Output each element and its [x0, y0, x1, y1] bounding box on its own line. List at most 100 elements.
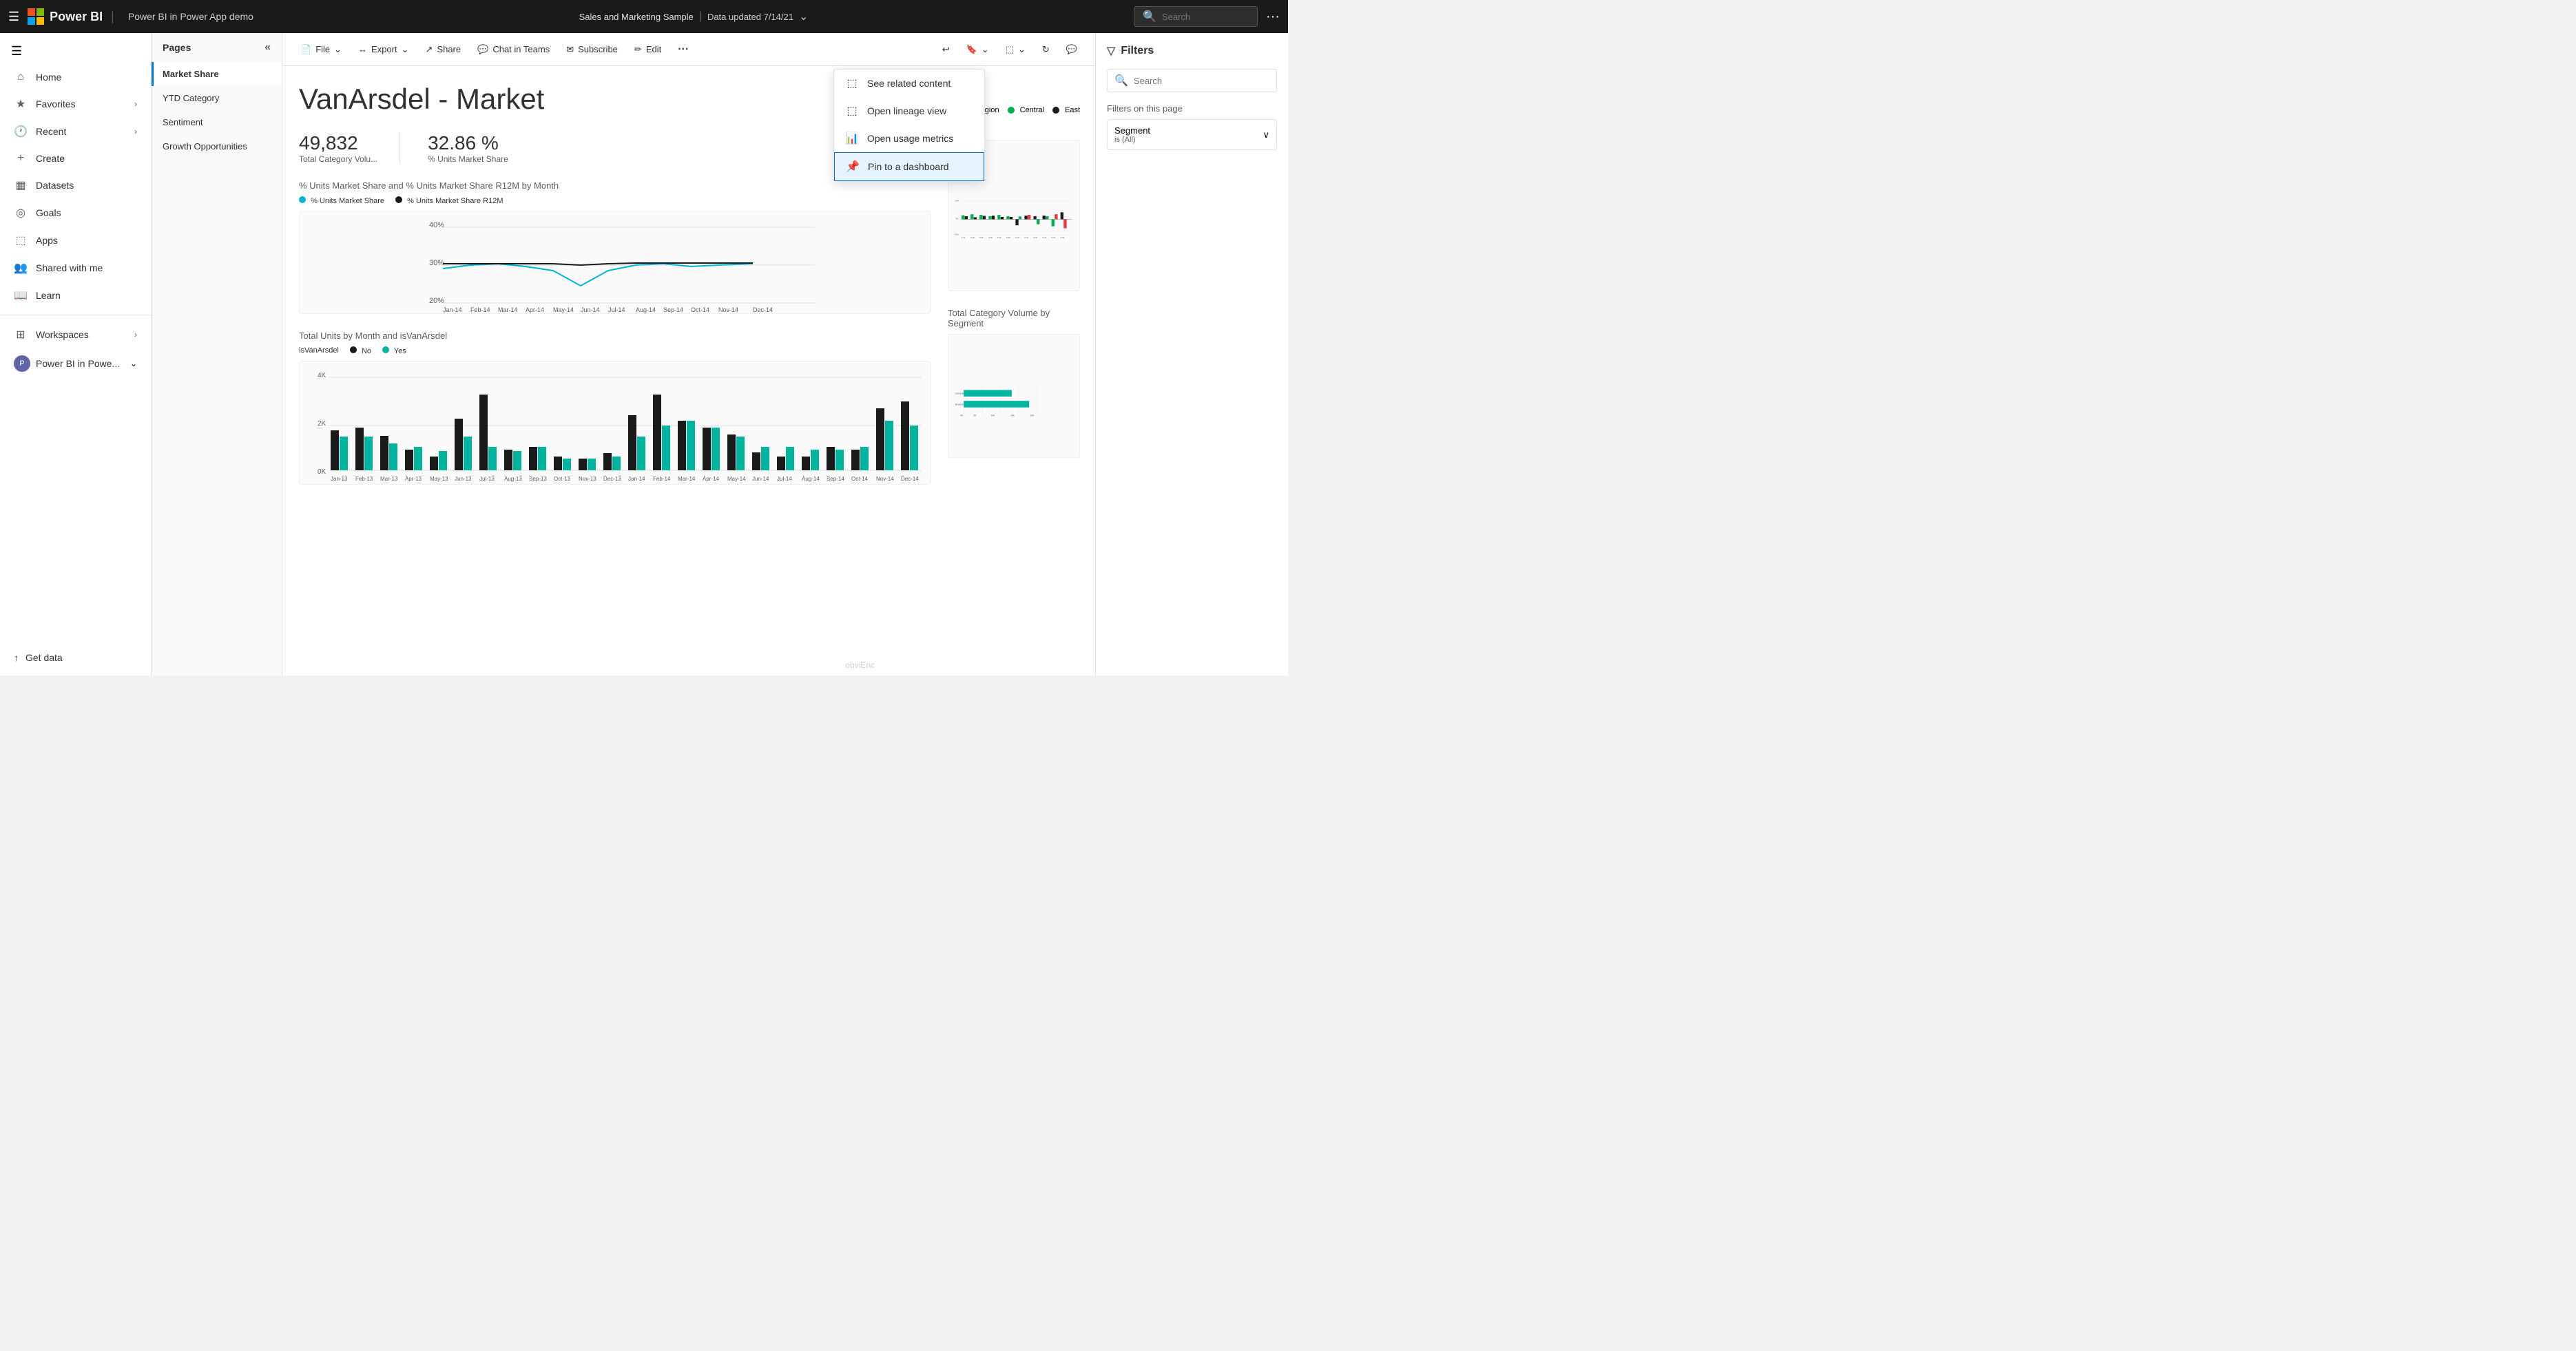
view-button[interactable]: ⬚ ⌄	[999, 40, 1032, 59]
share-icon: ↗	[426, 44, 433, 55]
legend-no-label: No	[362, 347, 371, 355]
recent-arrow-icon: ›	[134, 127, 137, 136]
x-label-mar14: Mar-14	[498, 306, 518, 313]
microsoft-logo-icon	[28, 8, 44, 25]
subscribe-label: Subscribe	[578, 44, 618, 54]
page-item-market-share[interactable]: Market Share	[152, 62, 282, 86]
yoy-p08-e	[992, 216, 995, 219]
yoy-p00-e	[1061, 212, 1063, 219]
sidebar-get-data[interactable]: ↑ Get data	[0, 645, 151, 670]
workspace-label: Power BI in Powe...	[36, 358, 125, 369]
get-data-label: Get data	[25, 652, 63, 663]
seg-x-0k: 0K	[960, 414, 964, 417]
export-label: Export	[371, 44, 397, 54]
file-button[interactable]: 📄 File ⌄	[293, 40, 349, 59]
bar-x-nov13: Nov-13	[579, 476, 596, 482]
sidebar-item-learn[interactable]: 📖 Learn	[0, 282, 151, 309]
comment-button[interactable]: 💬	[1059, 40, 1084, 59]
sidebar-collapse-button[interactable]: ☰	[0, 39, 151, 64]
chat-in-teams-button[interactable]: 💬 Chat in Teams	[470, 40, 557, 59]
dropdown-open-lineage[interactable]: ⬚ Open lineage view	[834, 97, 984, 125]
export-button[interactable]: ↔ Export ⌄	[351, 40, 415, 59]
topbar-search-input[interactable]	[1162, 12, 1245, 22]
filter-expand-icon[interactable]: ∨	[1263, 129, 1269, 140]
central-dot	[1008, 107, 1015, 114]
bar-jan13-no	[331, 430, 339, 470]
dropdown-see-related[interactable]: ⬚ See related content	[834, 70, 984, 97]
filter-segment-item[interactable]: Segment is (All) ∨	[1107, 119, 1277, 150]
sidebar-item-shared[interactable]: 👥 Shared with me	[0, 254, 151, 282]
data-updated-chevron[interactable]: ⌄	[799, 10, 808, 23]
bar-mar14-yes	[687, 421, 695, 470]
page-item-sentiment[interactable]: Sentiment	[152, 110, 282, 134]
bar-x-aug13: Aug-13	[504, 476, 522, 482]
comment-icon: 💬	[1066, 44, 1077, 55]
toolbar: 📄 File ⌄ ↔ Export ⌄ ↗ Share 💬 Chat in Te…	[282, 33, 1095, 66]
filters-search-box[interactable]: 🔍	[1107, 69, 1277, 92]
dropdown-pin-dashboard[interactable]: 📌 Pin to a dashboard	[834, 152, 984, 181]
page-item-ytd-category[interactable]: YTD Category	[152, 86, 282, 110]
dropdown-usage-metrics[interactable]: 📊 Open usage metrics	[834, 125, 984, 152]
bar-apr13-no	[405, 450, 413, 470]
line-chart-container: 40% 30% 20%	[299, 211, 931, 314]
sidebar-item-power-bi-app[interactable]: P Power BI in Powe... ⌄	[0, 348, 151, 379]
edit-button[interactable]: ✏ Edit	[627, 40, 668, 59]
yoy-p06-e	[1010, 217, 1012, 219]
y-label-20: 20%	[429, 297, 444, 305]
line-chart-svg: 40% 30% 20%	[305, 217, 925, 313]
sidebar-item-recent[interactable]: 🕐 Recent ›	[0, 118, 151, 145]
metric-market-share: 32.86 % % Units Market Share	[428, 132, 530, 164]
sidebar-item-datasets[interactable]: ▦ Datasets	[0, 171, 151, 199]
bar-oct13-no	[554, 457, 562, 470]
view-chevron-icon: ⌄	[1018, 44, 1026, 55]
goals-icon: ◎	[14, 206, 28, 220]
yoy-p10-e	[974, 218, 977, 220]
file-chevron-icon: ⌄	[334, 44, 342, 55]
page-item-growth-opportunities[interactable]: Growth Opportunities	[152, 134, 282, 158]
bar-sep13-no	[529, 447, 537, 470]
legend-r12m: % Units Market Share R12M	[395, 196, 503, 205]
total-units-chart-container: 4K 2K 0K	[299, 361, 931, 485]
bookmark-button[interactable]: 🔖 ⌄	[959, 40, 996, 59]
related-content-icon: ⬚	[845, 76, 859, 90]
sidebar-item-create[interactable]: + Create	[0, 145, 151, 171]
x-label-jan14: Jan-14	[443, 306, 462, 313]
x-label-aug14: Aug-14	[636, 306, 656, 313]
region-central: Central	[1008, 106, 1044, 114]
bar-mar14-no	[678, 421, 686, 470]
undo-button[interactable]: ↩	[935, 40, 957, 59]
yoy-p05-c	[1019, 216, 1021, 219]
sidebar-item-apps[interactable]: ⬚ Apps	[0, 227, 151, 254]
more-options-button[interactable]: ···	[671, 39, 696, 60]
filters-search-input[interactable]	[1134, 76, 1269, 86]
yoy-p09-e	[983, 216, 986, 220]
watermark: obviEnc	[845, 660, 875, 670]
filters-search-icon: 🔍	[1114, 74, 1128, 87]
bar-x-sep14-b: Sep-14	[827, 476, 844, 482]
sidebar-item-goals[interactable]: ◎ Goals	[0, 199, 151, 227]
total-units-chart-svg: 4K 2K 0K	[305, 367, 925, 484]
sidebar-item-home[interactable]: ⌂ Home	[0, 64, 151, 90]
topbar-search-box[interactable]: 🔍	[1134, 6, 1258, 27]
yoy-p07-c	[997, 215, 1000, 219]
sidebar: ☰ ⌂ Home ★ Favorites › 🕐 Recent › + Crea…	[0, 33, 152, 676]
hamburger-icon[interactable]: ☰	[8, 10, 19, 24]
bar-x-jan14-b: Jan-14	[628, 476, 645, 482]
sidebar-item-workspaces[interactable]: ⊞ Workspaces ›	[0, 321, 151, 348]
refresh-button[interactable]: ↻	[1035, 40, 1057, 59]
subscribe-button[interactable]: ✉ Subscribe	[559, 40, 625, 59]
yoy-p02-e	[1043, 216, 1046, 219]
learn-icon: 📖	[14, 289, 28, 302]
metric-volume-value: 49,832	[299, 132, 377, 154]
sidebar-hamburger-icon[interactable]: ☰	[11, 44, 22, 58]
topbar-separator: |	[111, 10, 114, 24]
pages-collapse-button[interactable]: «	[264, 41, 271, 54]
share-button[interactable]: ↗ Share	[419, 40, 468, 59]
workspace-avatar: P	[14, 355, 30, 372]
sidebar-item-favorites[interactable]: ★ Favorites ›	[0, 90, 151, 118]
legend-yes: Yes	[382, 346, 406, 355]
metric-share-label: % Units Market Share	[428, 154, 508, 164]
yoy-x-p11: P-11	[962, 236, 966, 239]
topbar-more-button[interactable]: ···	[1266, 9, 1280, 25]
market-share-line	[443, 264, 753, 286]
